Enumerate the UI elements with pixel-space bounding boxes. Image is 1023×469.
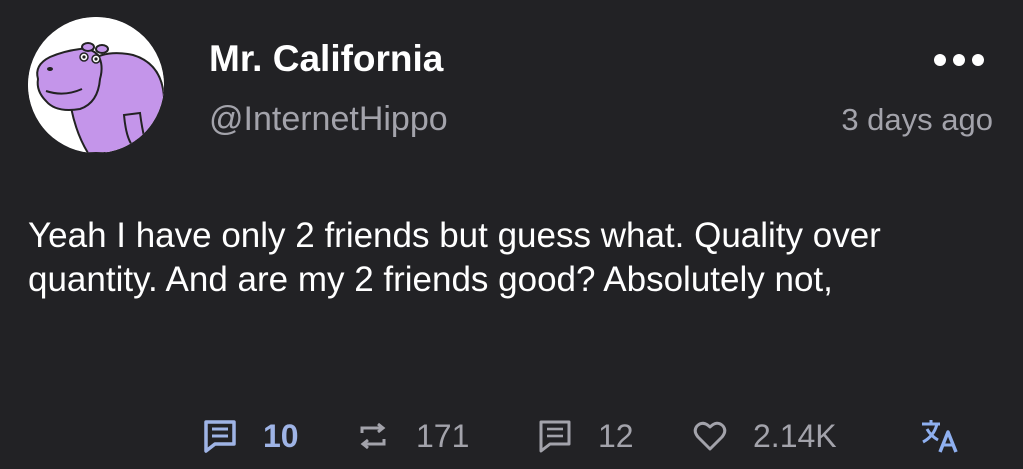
like-count: 2.14K [753, 417, 837, 454]
like-button[interactable]: 2.14K [693, 414, 837, 458]
more-options-button[interactable] [928, 44, 990, 76]
post-timestamp[interactable]: 3 days ago [841, 102, 993, 138]
quote-count: 12 [598, 417, 634, 454]
reply-icon [203, 419, 237, 453]
post-body-text: Yeah I have only 2 friends but guess wha… [28, 216, 881, 299]
author-handle[interactable]: @InternetHippo [209, 100, 448, 139]
post-card: Mr. California @InternetHippo 3 days ago… [0, 0, 1023, 469]
author-display-name[interactable]: Mr. California [209, 38, 443, 80]
reply-button[interactable]: 10 [203, 414, 299, 458]
boost-button[interactable]: 171 [356, 414, 469, 458]
avatar[interactable] [28, 17, 164, 153]
reply-count: 10 [263, 417, 299, 454]
post-actions-bar: 10 171 12 2.14K [0, 414, 1023, 458]
translate-button[interactable] [920, 418, 960, 454]
boost-icon [356, 419, 390, 453]
hippo-avatar-icon [28, 17, 164, 153]
heart-icon [693, 419, 727, 453]
quote-icon [538, 419, 572, 453]
quote-button[interactable]: 12 [538, 414, 634, 458]
more-dots-icon [934, 54, 984, 66]
boost-count: 171 [416, 417, 470, 454]
translate-icon [922, 420, 958, 453]
